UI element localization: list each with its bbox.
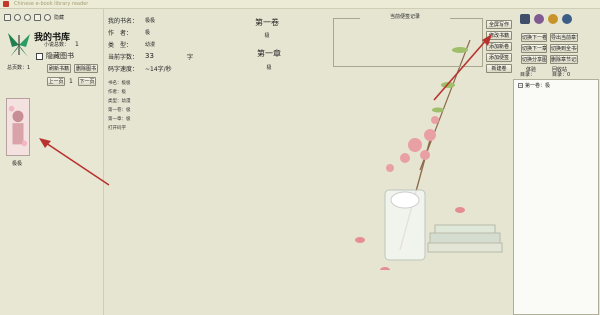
right-icon-row	[520, 14, 598, 26]
export-chapter-button[interactable]: 导出当前章节	[550, 33, 578, 42]
detail-line: 类型：幼漫	[108, 99, 131, 104]
butterfly-icon	[8, 33, 30, 57]
page-count-label: 总页数：	[7, 65, 28, 71]
grid-icon[interactable]	[34, 14, 41, 21]
hide-toggle-label[interactable]: 隐藏	[54, 14, 64, 21]
book-name-value: 极极	[145, 18, 156, 24]
next-chapter-button[interactable]: 切换下一章	[521, 44, 547, 53]
hide-books-checkbox[interactable]: 隐藏图书	[36, 51, 74, 61]
window-title: Chinese e-book library reader	[14, 1, 89, 7]
chapter-title: 第一章	[257, 49, 281, 58]
checkbox-box[interactable]	[36, 52, 43, 60]
tree-item[interactable]: − 第一卷：极	[518, 82, 550, 89]
typing-speed-label: 码字速度：	[108, 66, 139, 73]
tree-item-label: 第一卷：极	[525, 83, 551, 89]
book-cover-image[interactable]	[6, 98, 30, 156]
type-value: 幼漫	[145, 42, 156, 48]
refresh-books-button[interactable]: 刷新书籍	[47, 64, 71, 73]
delete-book-button[interactable]: 删除图书	[74, 64, 98, 73]
novel-count-label: 小说总数：	[44, 42, 70, 48]
person-icon[interactable]	[534, 14, 544, 24]
full-book-names-button[interactable]: 切换到全书名字	[550, 44, 578, 53]
annotation-arrow	[39, 138, 110, 186]
page-count-value: 1	[27, 65, 31, 71]
word-count-unit: 字	[187, 54, 194, 61]
gear-icon[interactable]	[14, 14, 21, 21]
word-count-value: 33	[145, 52, 154, 60]
image-icon[interactable]	[520, 14, 530, 24]
globe-icon[interactable]	[562, 14, 572, 24]
fullscreen-writing-button[interactable]: 全屏写作	[486, 20, 512, 29]
book-name-label: 我的书名：	[108, 18, 139, 25]
next-volume-button[interactable]: 切换下一卷	[521, 33, 547, 42]
book-info-panel: 我的书名： 极极 作 者： 极 类 型： 幼漫 当前字数： 33 字 码字速度：…	[105, 9, 237, 315]
next-page-button[interactable]: 下一页	[78, 77, 96, 86]
prev-page-button[interactable]: 上一页	[47, 77, 65, 86]
detail-line: 第一卷：极	[108, 108, 131, 113]
chapter-subtitle: 极	[266, 65, 272, 71]
title-bar: Chinese e-book library reader	[0, 0, 600, 9]
book-icon[interactable]	[4, 14, 11, 21]
chapter-tree[interactable]: − 第一卷：极	[513, 79, 599, 315]
library-toolbar: 隐藏	[4, 14, 64, 21]
page-count: 总页数：1	[7, 64, 30, 71]
word-count-label: 当前字数：	[108, 54, 139, 61]
app-logo-icon	[3, 1, 9, 7]
refresh-icon[interactable]	[44, 14, 51, 21]
bookmark-title: 当前便签记录	[360, 13, 450, 20]
volume-subtitle: 极	[264, 33, 270, 39]
novel-count: 小说总数： 1	[44, 41, 79, 48]
detail-line: 第一章：极	[108, 117, 131, 122]
detail-line: 作者：极	[108, 90, 126, 95]
novel-count-value: 1	[75, 41, 79, 48]
open-typing-link[interactable]: 打开码字	[108, 125, 126, 131]
info-label-4: 目录：0	[552, 72, 571, 78]
expand-icon[interactable]: −	[518, 83, 523, 88]
switch-share-image-button[interactable]: 切换分享图	[521, 55, 547, 64]
hide-books-label: 隐藏图书	[46, 52, 74, 60]
author-label: 作 者：	[108, 30, 133, 37]
palette-icon[interactable]	[548, 14, 558, 24]
type-label: 类 型：	[108, 42, 133, 49]
settings-icon[interactable]	[24, 14, 31, 21]
volume-title: 第一卷	[255, 18, 279, 27]
author-value: 极	[145, 30, 151, 36]
delete-chapter-record-button[interactable]: 删除章节记录	[550, 55, 578, 64]
annotation-arrow	[433, 34, 492, 101]
page-number: 1	[69, 78, 73, 85]
book-name-label: 极极	[12, 161, 23, 167]
detail-line: 书名：极极	[108, 81, 131, 86]
info-label-2: 目录：	[520, 72, 536, 78]
typing-speed-value: ~14字/秒	[145, 66, 172, 73]
